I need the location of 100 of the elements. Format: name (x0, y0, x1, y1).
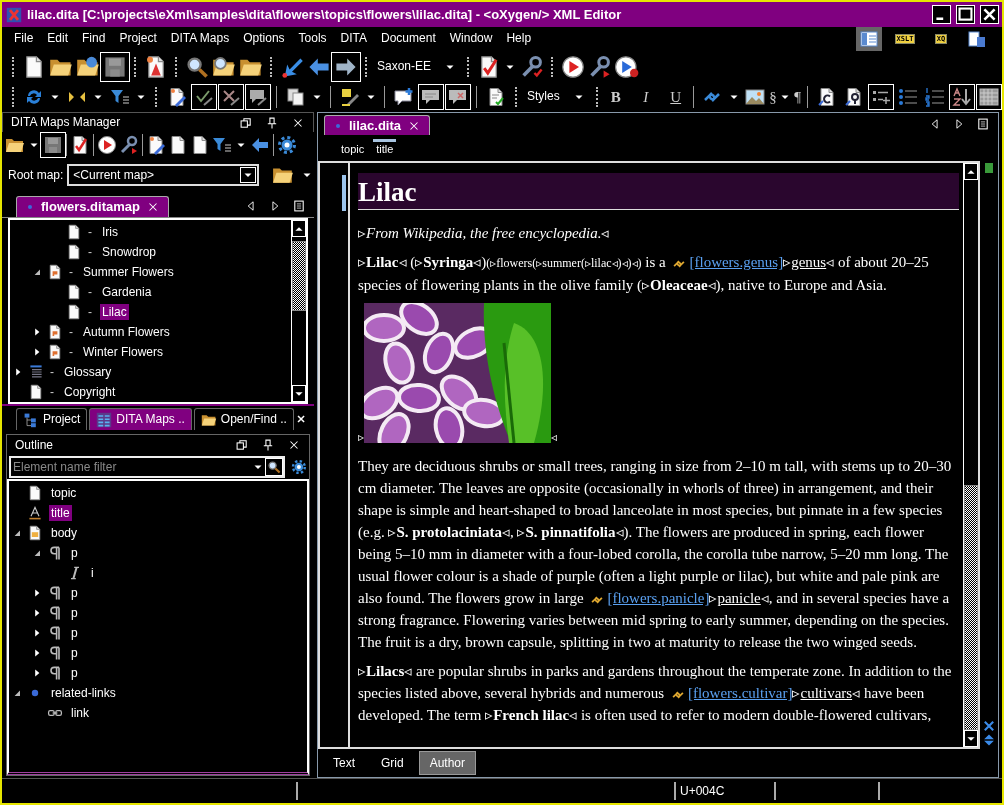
tree-item[interactable]: Summer Flowers (81, 263, 176, 281)
document-icon[interactable] (816, 86, 837, 107)
debug-icon[interactable] (614, 54, 639, 79)
restore-icon[interactable] (235, 438, 249, 452)
save-icon[interactable] (43, 135, 63, 155)
highlight-icon[interactable] (339, 86, 360, 107)
forward-arrow-icon[interactable] (333, 54, 358, 79)
key-document-icon[interactable] (843, 86, 864, 107)
menu-item[interactable]: Tools (292, 31, 335, 46)
dropdown-button[interactable]: Styles (523, 85, 590, 108)
section-button[interactable]: § (768, 85, 778, 108)
italic-button[interactable]: I (633, 85, 658, 108)
dropdown-button[interactable]: Saxon-EE (373, 55, 462, 78)
reject-icon[interactable] (220, 86, 241, 107)
menu-item[interactable]: File (8, 31, 42, 46)
mode-tab[interactable]: Text (322, 750, 366, 776)
comment-icon[interactable] (247, 86, 268, 107)
document-icon[interactable] (190, 135, 210, 155)
bulleted-list-icon[interactable] (897, 86, 918, 107)
link[interactable]: [flowers.cultivar] (687, 685, 793, 701)
filter-icon[interactable] (212, 135, 232, 155)
mode-tab[interactable]: Author (418, 750, 477, 776)
map-tab[interactable]: flowers.ditamap (16, 196, 169, 217)
menu-item[interactable]: Find (76, 31, 114, 46)
editor-tab[interactable]: lilac.dita (324, 115, 431, 135)
menu-icon[interactable] (292, 199, 306, 213)
settings-icon[interactable] (277, 135, 297, 155)
tree-item[interactable]: p (69, 604, 80, 622)
scrollbar[interactable] (963, 163, 978, 747)
menu-item[interactable]: DITA (334, 31, 376, 46)
panel-tab[interactable]: DITA Maps .. (89, 408, 192, 430)
tree-item[interactable]: p (69, 584, 80, 602)
play-icon[interactable] (560, 54, 585, 79)
accept-icon[interactable] (193, 86, 214, 107)
panel-tab[interactable]: Project (16, 408, 88, 430)
scrollbar[interactable] (291, 220, 306, 402)
tree-item[interactable]: Snowdrop (100, 243, 159, 261)
menu-item[interactable]: Edit (41, 31, 77, 46)
sort-icon[interactable] (951, 86, 972, 107)
tree-item[interactable]: p (69, 544, 80, 562)
close-icon[interactable] (982, 719, 996, 733)
menu-item[interactable]: Project (113, 31, 165, 46)
search-button[interactable] (265, 458, 284, 476)
pin-icon[interactable] (261, 438, 275, 452)
tree-item[interactable]: Lilac (100, 303, 129, 321)
list-icon[interactable] (870, 86, 891, 107)
table-icon[interactable] (978, 86, 999, 107)
tree-item[interactable]: Winter Flowers (81, 343, 165, 361)
filter-box[interactable]: Element name filter (9, 456, 286, 478)
save-icon[interactable] (102, 54, 127, 79)
numbered-list-icon[interactable] (924, 86, 945, 107)
pin-icon[interactable] (265, 115, 279, 130)
mode-tab[interactable]: Grid (370, 750, 415, 776)
menu-item[interactable]: DITA Maps (164, 31, 238, 46)
menu-item[interactable]: Help (500, 31, 540, 46)
tree-item[interactable]: related-links (49, 684, 118, 702)
maximize-icon[interactable] (957, 6, 974, 23)
tree-item[interactable]: Iris (100, 223, 120, 241)
comment-icon[interactable] (420, 86, 441, 107)
tree-item[interactable]: Gardenia (100, 283, 154, 301)
tree-item[interactable]: Copyright (62, 383, 118, 401)
paragraph-icon (47, 585, 63, 601)
image-icon[interactable] (745, 86, 766, 107)
tree-item[interactable]: Autumn Flowers (81, 323, 172, 341)
add-comment-icon[interactable] (393, 86, 414, 107)
menu-item[interactable]: Window (443, 31, 501, 46)
document-icon[interactable] (168, 135, 188, 155)
play-icon[interactable] (97, 135, 117, 155)
tree-item[interactable]: link (69, 704, 91, 722)
menu-item[interactable]: Options (237, 31, 293, 46)
close-icon[interactable] (981, 6, 998, 23)
breadcrumb[interactable]: title (373, 138, 397, 158)
tree-item[interactable]: p (69, 644, 80, 662)
tree-item[interactable]: i (89, 564, 96, 582)
tree-item[interactable]: p (69, 664, 80, 682)
tree-item[interactable]: Glossary (62, 363, 114, 381)
tree-item[interactable]: body (49, 524, 80, 542)
underline-button[interactable]: U (663, 85, 688, 108)
breadcrumb[interactable]: topic (338, 138, 368, 158)
link[interactable]: [flowers.panicle] (607, 590, 710, 606)
up-down-arrow-icon[interactable] (982, 733, 996, 747)
tree-item[interactable]: title (49, 504, 72, 522)
settings-icon[interactable] (291, 459, 307, 475)
root-map-dropdown[interactable]: <Current map> (67, 164, 259, 186)
search-icon[interactable] (184, 54, 209, 79)
bold-button[interactable]: B (603, 85, 628, 108)
tree-item[interactable]: p (69, 624, 80, 642)
menu-item[interactable]: Document (375, 31, 444, 46)
panel-tab[interactable]: Open/Find .. (193, 408, 294, 430)
close-icon[interactable] (295, 413, 306, 425)
link[interactable]: [flowers.genus] (689, 254, 784, 270)
validate-icon[interactable] (70, 135, 90, 155)
menu-icon[interactable] (976, 117, 990, 131)
restore-icon[interactable] (239, 115, 253, 130)
copy-icon[interactable] (285, 86, 306, 107)
remove-comment-icon[interactable] (447, 86, 468, 107)
edit-document-icon[interactable] (146, 135, 166, 155)
tree-item[interactable]: topic (49, 484, 79, 502)
perspective-button[interactable] (856, 26, 882, 51)
pilcrow-button[interactable]: ¶ (793, 85, 802, 108)
